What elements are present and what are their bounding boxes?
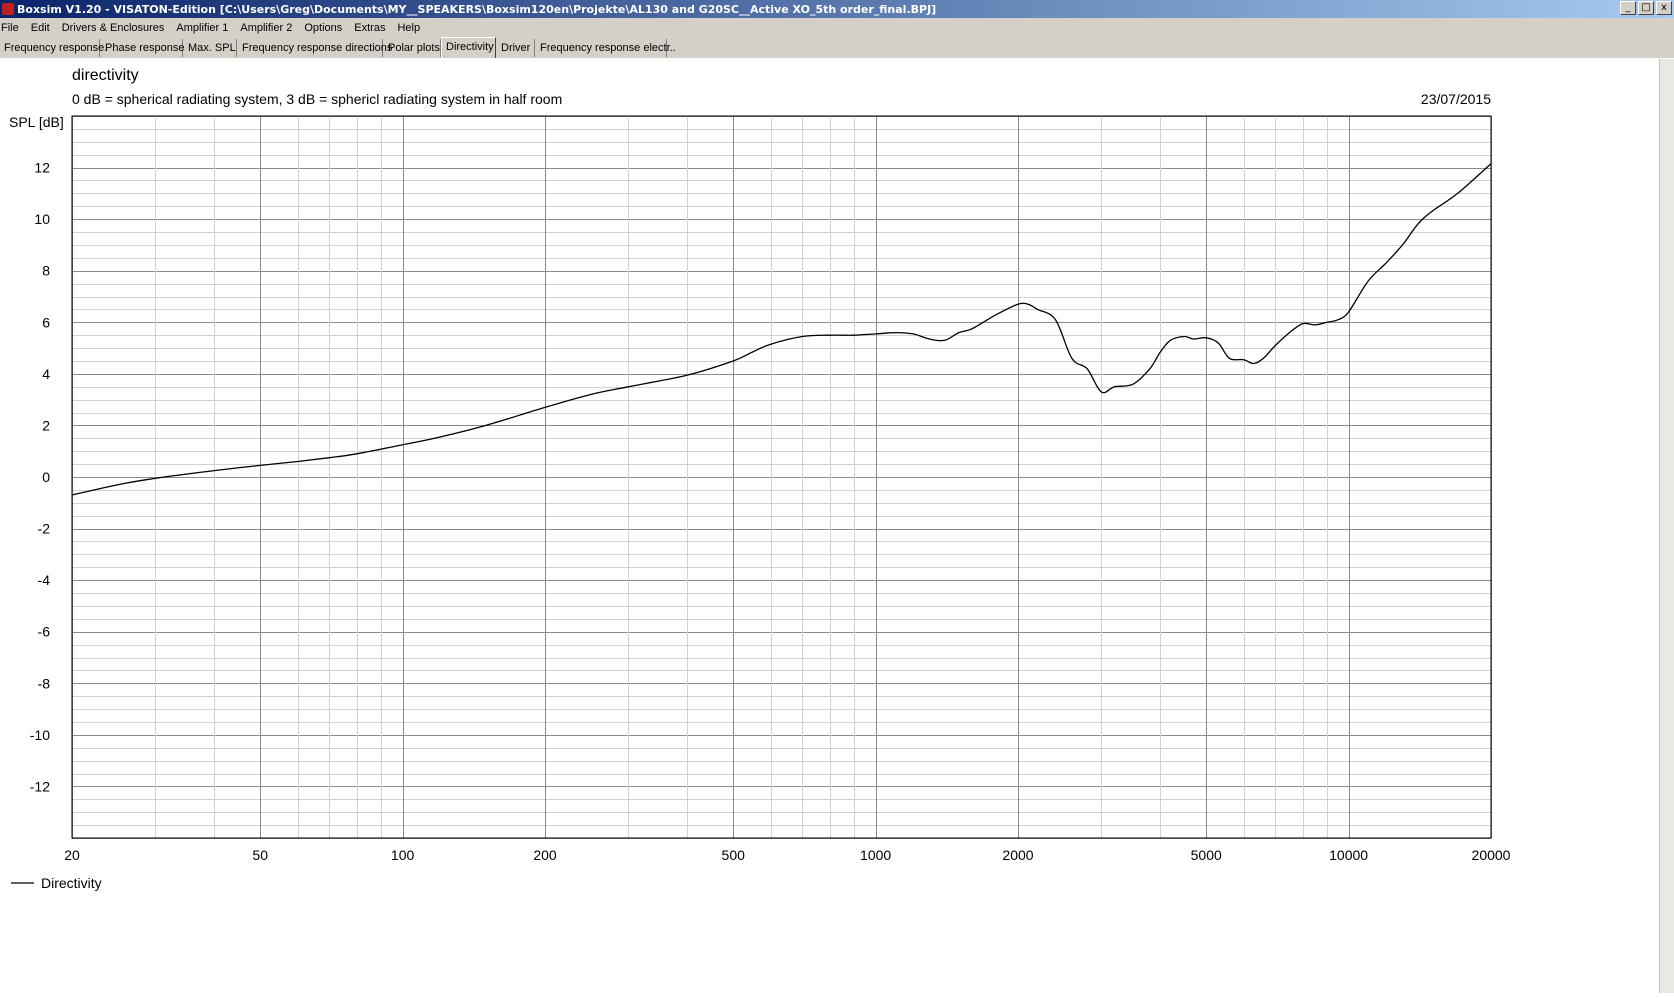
menu-help[interactable]: Help bbox=[391, 22, 426, 34]
x-tick-label: 1000 bbox=[860, 847, 891, 863]
menu-extras[interactable]: Extras bbox=[348, 22, 391, 34]
title-bar: Boxsim V1.20 - VISATON-Edition [C:\Users… bbox=[0, 0, 1674, 18]
chart-title: directivity bbox=[72, 67, 139, 84]
tab-frequency-response-directions[interactable]: Frequency response directions bbox=[238, 39, 392, 57]
y-tick-label: -10 bbox=[30, 727, 50, 743]
app-icon bbox=[2, 3, 14, 15]
x-tick-label: 200 bbox=[533, 847, 557, 863]
y-tick-label: 4 bbox=[42, 366, 50, 382]
x-tick-label: 100 bbox=[391, 847, 415, 863]
series-directivity-line bbox=[71, 163, 1492, 496]
grid bbox=[72, 116, 1492, 839]
tab-bar: Frequency response. Phase response Max. … bbox=[0, 37, 1674, 59]
menu-edit[interactable]: Edit bbox=[25, 22, 56, 34]
menu-file[interactable]: File bbox=[0, 22, 25, 34]
y-tick-label: 10 bbox=[34, 211, 50, 227]
y-tick-label: -4 bbox=[38, 572, 51, 588]
y-tick-label: 12 bbox=[34, 160, 50, 176]
tab-directivity[interactable]: Directivity bbox=[441, 37, 496, 58]
x-tick-label: 500 bbox=[722, 847, 746, 863]
y-tick-label: -2 bbox=[38, 521, 51, 537]
x-tick-label: 10000 bbox=[1329, 847, 1368, 863]
y-tick-label: 2 bbox=[42, 417, 50, 433]
legend-label: Directivity bbox=[41, 875, 102, 891]
menu-options[interactable]: Options bbox=[298, 22, 348, 34]
y-tick-label: -8 bbox=[38, 675, 51, 691]
x-tick-label: 2000 bbox=[1002, 847, 1033, 863]
x-tick-label: 20 bbox=[64, 847, 80, 863]
window-controls: _ □ x bbox=[1620, 1, 1672, 15]
maximize-button[interactable]: □ bbox=[1638, 1, 1654, 15]
y-tick-label: 0 bbox=[42, 469, 50, 485]
x-tick-label: 50 bbox=[252, 847, 268, 863]
close-button[interactable]: x bbox=[1656, 1, 1672, 15]
tab-phase-response[interactable]: Phase response bbox=[101, 39, 185, 57]
directivity-chart: directivity 0 dB = spherical radiating s… bbox=[9, 67, 1511, 891]
tick-labels: 20 50 100 200 500 1000 2000 5000 10000 20000-12-1… bbox=[30, 160, 1511, 863]
chart-subtitle: 0 dB = spherical radiating system, 3 dB … bbox=[72, 91, 562, 107]
chart-date: 23/07/2015 bbox=[1421, 91, 1491, 107]
y-tick-label: 8 bbox=[42, 263, 50, 279]
tab-driver[interactable]: Driver bbox=[497, 39, 535, 57]
tab-polar-plots[interactable]: Polar plots bbox=[384, 39, 441, 57]
menu-amplifier-1[interactable]: Amplifier 1 bbox=[170, 22, 234, 34]
x-tick-label: 20000 bbox=[1472, 847, 1511, 863]
minimize-button[interactable]: _ bbox=[1620, 1, 1636, 15]
tab-max-spl[interactable]: Max. SPL bbox=[184, 39, 237, 57]
vertical-scrollbar[interactable] bbox=[1659, 59, 1674, 993]
tab-frequency-response-electr[interactable]: Frequency response electr.. bbox=[536, 39, 676, 57]
y-tick-label: -6 bbox=[38, 624, 51, 640]
menu-amplifier-2[interactable]: Amplifier 2 bbox=[234, 22, 298, 34]
plot-area: directivity 0 dB = spherical radiating s… bbox=[0, 59, 1660, 993]
window-title: Boxsim V1.20 - VISATON-Edition [C:\Users… bbox=[17, 2, 937, 16]
y-tick-label: -12 bbox=[30, 778, 50, 794]
menu-bar: File Edit Drivers & Enclosures Amplifier… bbox=[0, 18, 1674, 37]
tab-frequency-response[interactable]: Frequency response. bbox=[0, 39, 107, 57]
y-tick-label: 6 bbox=[42, 314, 50, 330]
y-axis-label: SPL [dB] bbox=[9, 114, 64, 130]
x-tick-label: 5000 bbox=[1191, 847, 1222, 863]
menu-drivers-enclosures[interactable]: Drivers & Enclosures bbox=[56, 22, 171, 34]
